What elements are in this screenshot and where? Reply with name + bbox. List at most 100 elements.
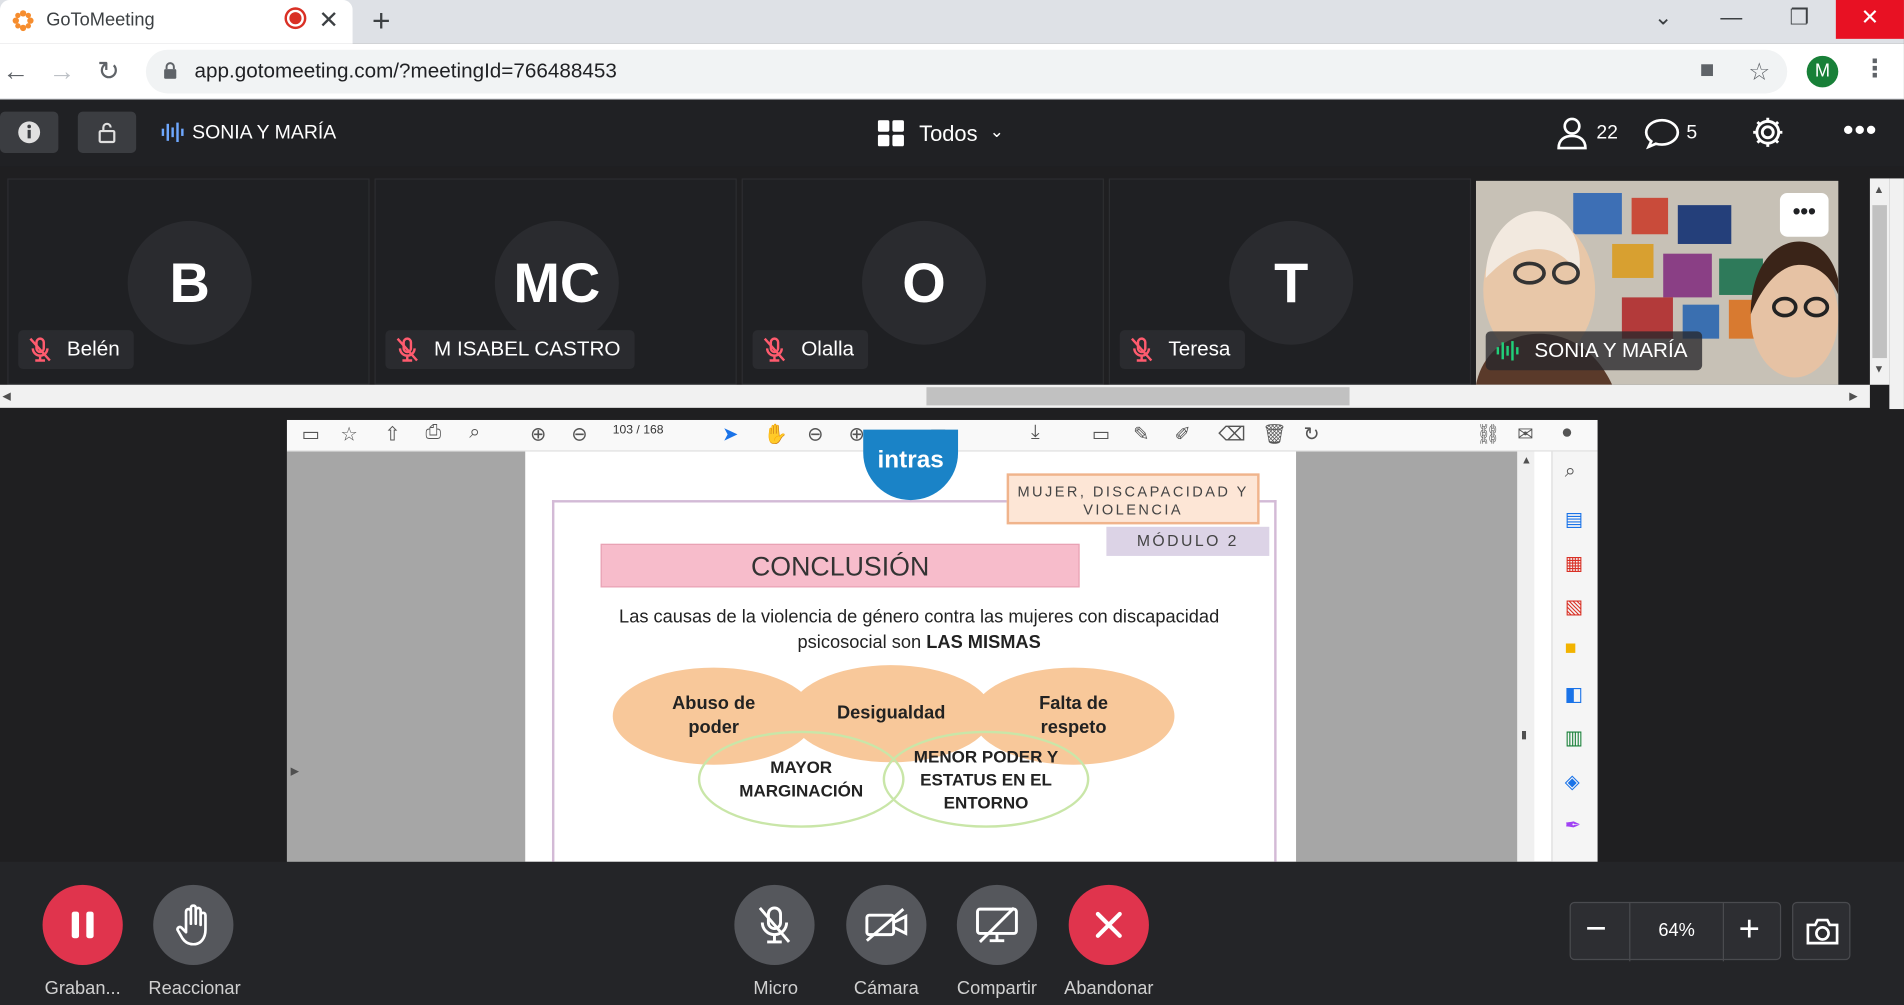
minimize-icon[interactable]: — — [1697, 0, 1765, 39]
ellipse-label: Falta de respeto — [1039, 693, 1109, 738]
share-button[interactable] — [956, 884, 1038, 965]
back-icon[interactable]: ← — [2, 56, 29, 88]
scroll-up-icon[interactable]: ▲ — [1874, 183, 1885, 195]
pdf-viewport[interactable]: intras MUJER, DISCAPACIDAD Y VIOLENCIA M… — [286, 429, 1518, 862]
grid-view-icon[interactable] — [877, 120, 905, 147]
screenshot-button[interactable] — [1792, 901, 1851, 961]
link-icon[interactable]: ⛓ — [1476, 422, 1501, 446]
tab-search-icon[interactable]: ⌄ — [1629, 0, 1697, 39]
participant-namebar: M ISABEL CASTRO — [385, 330, 636, 369]
restore-icon[interactable]: ❐ — [1765, 0, 1833, 39]
participant-tile[interactable]: B Belén — [7, 178, 370, 385]
tool-protect-icon[interactable]: ◈ — [1565, 770, 1580, 794]
mic-muted-icon — [1131, 337, 1153, 362]
zoom-out-button[interactable]: − — [1585, 908, 1606, 952]
close-tab-icon[interactable]: ✕ — [319, 5, 339, 35]
tool-create-icon[interactable]: ▧ — [1565, 595, 1583, 619]
mic-muted-icon — [396, 337, 418, 362]
gear-icon[interactable] — [1751, 115, 1785, 149]
video-more-button[interactable]: ••• — [1779, 192, 1829, 237]
participant-tile[interactable]: MC M ISABEL CASTRO — [374, 178, 737, 385]
view-selector[interactable]: Todos — [919, 121, 977, 146]
zoom-in-button[interactable]: + — [1739, 908, 1760, 952]
people-icon[interactable] — [1556, 117, 1588, 151]
star-icon[interactable]: ☆ — [340, 422, 357, 446]
page-down-icon[interactable]: ⊖ — [571, 422, 587, 446]
leave-button[interactable] — [1068, 884, 1149, 965]
eraser-icon[interactable]: ⌫ — [1218, 422, 1246, 446]
gotomeeting-logo-icon — [12, 10, 34, 32]
pdf-scroll-thumb-icon[interactable]: ▮ — [1521, 728, 1527, 741]
current-page[interactable]: 103 — [613, 424, 633, 437]
hand-icon[interactable]: ✋ — [764, 422, 788, 446]
tool-zoom-icon[interactable]: ⌕ — [1565, 461, 1576, 483]
mic-button[interactable] — [734, 884, 815, 965]
scroll-down-icon[interactable]: ▼ — [1874, 363, 1885, 375]
strip-vertical-thumb[interactable] — [1872, 205, 1887, 359]
strip-vertical-scrollbar[interactable]: ▲ ▼ — [1869, 178, 1890, 385]
tool-export-icon[interactable]: ▤ — [1565, 507, 1583, 531]
strip-horizontal-scrollbar[interactable]: ◀ ▶ — [0, 384, 1870, 408]
address-bar[interactable]: app.gotomeeting.com/?meetingId=766488453… — [145, 49, 1788, 94]
tool-share-icon[interactable]: ◧ — [1565, 682, 1583, 706]
close-icon — [1095, 911, 1122, 938]
camera-button[interactable] — [846, 884, 927, 965]
save-icon[interactable]: ▭ — [302, 422, 320, 446]
speaker-video-tile[interactable]: ••• SONIA Y MARÍA — [1475, 180, 1839, 385]
participant-strip: B Belén MC M ISABEL CASTRO O Olalla T Te… — [0, 178, 1870, 385]
new-tab-icon[interactable]: + — [372, 2, 390, 40]
react-button[interactable] — [153, 884, 234, 965]
cursor-icon[interactable]: ➤ — [722, 422, 738, 446]
chat-icon[interactable] — [1644, 118, 1680, 150]
chat-count: 5 — [1686, 122, 1698, 144]
page-scrollbar[interactable] — [1889, 178, 1904, 410]
record-button[interactable] — [42, 884, 123, 965]
tool-organize-icon[interactable]: ▦ — [1565, 551, 1583, 575]
more-options-icon[interactable]: ••• — [1843, 114, 1877, 148]
chevron-down-icon[interactable]: ⌄ — [990, 121, 1004, 142]
page-up-icon[interactable]: ⊕ — [530, 422, 546, 446]
mail-icon[interactable]: ✉ — [1517, 422, 1533, 446]
participant-tile[interactable]: T Teresa — [1108, 178, 1472, 385]
scroll-left-icon[interactable]: ◀ — [2, 390, 10, 403]
draw-icon[interactable]: ✐ — [1174, 422, 1190, 446]
reload-icon[interactable]: ↻ — [97, 56, 119, 88]
forward-icon[interactable]: → — [49, 56, 76, 88]
browser-menu-icon[interactable]: ⋮ — [1863, 53, 1887, 83]
pdf-scroll-up-icon[interactable]: ▲ — [1521, 454, 1532, 466]
bookmark-star-icon[interactable]: ☆ — [1748, 57, 1770, 87]
user-sign-icon[interactable]: ● — [1561, 422, 1573, 444]
upload-icon[interactable]: ⇧ — [384, 422, 400, 446]
slide-tag-module: MÓDULO 2 — [1106, 526, 1270, 556]
comment-icon[interactable]: ▭ — [1092, 422, 1110, 446]
print-icon[interactable]: ⎙ — [426, 422, 442, 444]
scroll-right-icon[interactable]: ▶ — [1849, 390, 1857, 403]
tool-compress-icon[interactable]: ▥ — [1565, 726, 1583, 750]
record-label: Graban... — [44, 978, 121, 999]
strip-horizontal-thumb[interactable] — [926, 387, 1350, 406]
participant-namebar: Teresa — [1119, 330, 1246, 369]
download-icon[interactable]: ⤓ — [1031, 422, 1040, 444]
pdf-vertical-scrollbar[interactable]: ▲ ▮ — [1517, 451, 1535, 862]
zoom-search-icon[interactable]: ⌕ — [469, 422, 480, 444]
rotate-icon[interactable]: ↻ — [1303, 422, 1319, 446]
browser-tab[interactable]: GoToMeeting ✕ — [0, 0, 353, 44]
ellipse-label: MAYOR MARGINACIÓN — [739, 757, 864, 800]
info-button[interactable] — [0, 111, 59, 153]
page-indicator: 103 / 168 — [613, 424, 664, 437]
profile-avatar[interactable]: M — [1806, 55, 1839, 88]
browser-toolbar: ← → ↻ app.gotomeeting.com/?meetingId=766… — [0, 43, 1904, 100]
collapse-left-icon[interactable]: ▶ — [291, 765, 299, 778]
zoom-out-icon[interactable]: ⊖ — [807, 422, 823, 446]
lock-meeting-button[interactable] — [77, 111, 137, 153]
tool-sign-icon[interactable]: ✒ — [1565, 813, 1581, 837]
camera-in-use-icon[interactable]: ■ — [1700, 57, 1715, 85]
slide-heading: CONCLUSIÓN — [600, 543, 1080, 588]
delete-icon[interactable]: 🗑 — [1262, 422, 1287, 446]
window-close-icon[interactable]: ✕ — [1835, 0, 1904, 39]
tool-comment-icon[interactable]: ■ — [1565, 638, 1577, 660]
ellipse-power: MENOR PODER Y ESTATUS EN EL ENTORNO — [882, 730, 1090, 828]
zoom-control: − 64% + — [1569, 901, 1782, 962]
participant-tile[interactable]: O Olalla — [741, 178, 1104, 385]
highlight-icon[interactable]: ✎ — [1133, 422, 1149, 446]
